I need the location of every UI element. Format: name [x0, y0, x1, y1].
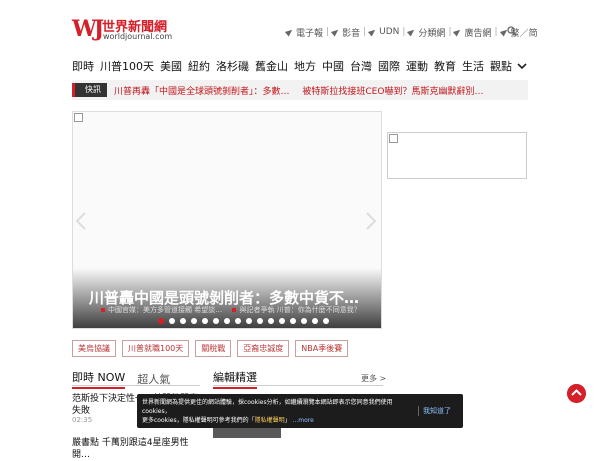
chevron-down-icon[interactable] [516, 60, 528, 72]
tag-item[interactable]: NBA季後賽 [295, 340, 349, 357]
news-list-item[interactable]: 嚴書點 千萬別跟這4星座男性開… [72, 437, 204, 461]
breaking-item[interactable]: 被特斯拉找接班CEO嚇到？馬斯克幽默辭別… [302, 87, 483, 97]
link-epaper[interactable]: 電子報 [284, 26, 323, 39]
send-icon [284, 27, 295, 37]
tag-item[interactable]: 川普就職100天 [122, 340, 190, 357]
nav-item-usa[interactable]: 美國 [160, 58, 182, 74]
chevron-right-icon[interactable] [364, 211, 378, 231]
nav-item-trump100[interactable]: 川普100天 [100, 58, 154, 74]
link-udn[interactable]: UDN [368, 27, 399, 37]
cookie-message: 世界新聞網為提供更佳的網站體驗，採cookies分析，如繼續瀏覽本網站即表示您同… [142, 399, 393, 424]
link-ads[interactable]: 廣告網 [453, 26, 492, 39]
news-time: 02:35 [72, 416, 93, 424]
send-icon [453, 27, 463, 37]
hero-sub-link[interactable]: 與記者爭執 川普：你為什麼不同意我？ [232, 306, 361, 314]
lang-simplified[interactable]: 简 [529, 26, 538, 39]
broken-image-icon [389, 134, 398, 143]
divider [213, 385, 383, 386]
main-nav: 即時 川普100天 美國 紐約 洛杉磯 舊金山 地方 中國 台灣 國際 運動 教… [72, 58, 518, 74]
slider-dot[interactable] [169, 318, 175, 324]
hero-sub-links: 中國官媒：美方多管道接觸 希望談… 與記者爭執 川普：你為什麼不同意我？ [101, 305, 369, 315]
nav-item-opinion[interactable]: 觀點 [490, 58, 512, 74]
more-link[interactable]: 更多 > [361, 373, 386, 384]
slider-dot[interactable] [180, 318, 186, 324]
back-to-top-icon[interactable] [567, 384, 586, 403]
chevron-left-icon[interactable] [74, 211, 88, 231]
nav-item-sanfrancisco[interactable]: 舊金山 [255, 58, 288, 74]
breaking-badge: 快訊 [72, 83, 107, 97]
nav-item-sports[interactable]: 運動 [406, 58, 428, 74]
link-classifieds[interactable]: 分類網 [407, 26, 445, 39]
top-links: 電子報 | 影音 | UDN | 分類網 | 廣告網 | 繁／简 [284, 25, 538, 39]
nav-item-instant[interactable]: 即時 [72, 58, 94, 74]
breaking-item[interactable]: 川普再轟「中國是全球頭號剝削者」：多數… [114, 87, 290, 97]
nav-item-education[interactable]: 教育 [434, 58, 456, 74]
slider-dot[interactable] [246, 318, 252, 324]
nav-item-local[interactable]: 地方 [294, 58, 316, 74]
nav-item-china[interactable]: 中國 [322, 58, 344, 74]
cookie-banner: 世界新聞網為提供更佳的網站體驗，採cookies分析，如繼續瀏覽本網站即表示您同… [137, 394, 463, 428]
slider-dot[interactable] [290, 318, 296, 324]
logo-domain: worldjournal.com [103, 32, 173, 41]
link-video[interactable]: 影音 [330, 26, 360, 39]
slider-dot[interactable] [224, 318, 230, 324]
nav-item-newyork[interactable]: 紐約 [188, 58, 210, 74]
divider [72, 385, 200, 386]
editor-picks-title: 編輯精選 [213, 369, 257, 389]
slider-dot[interactable] [301, 318, 307, 324]
breaking-news-bar: 快訊 川普再轟「中國是全球頭號剝削者」：多數… 被特斯拉找接班CEO嚇到？馬斯克… [72, 80, 528, 100]
nav-item-losangeles[interactable]: 洛杉磯 [216, 58, 249, 74]
slider-dot[interactable] [279, 318, 285, 324]
site-logo[interactable]: WJ 世界新聞網 worldjournal.com [72, 14, 173, 42]
nav-item-international[interactable]: 國際 [378, 58, 400, 74]
tab-latest-now[interactable]: 即時 NOW [72, 369, 126, 389]
broken-image-icon [74, 113, 83, 122]
slider-dot[interactable] [158, 318, 164, 324]
cookie-accept-button[interactable]: 我知道了 [418, 406, 451, 416]
tab-popular[interactable]: 超人氣 [137, 371, 170, 389]
hero-sub-link[interactable]: 中國官媒：美方多管道接觸 希望談… [101, 306, 222, 314]
send-icon [407, 27, 417, 37]
slider-dot[interactable] [257, 318, 263, 324]
slider-dot[interactable] [213, 318, 219, 324]
slider-dot[interactable] [235, 318, 241, 324]
slider-dot[interactable] [268, 318, 274, 324]
ad-banner[interactable] [387, 132, 527, 179]
slider-dot[interactable] [191, 318, 197, 324]
logo-mark: WJ [72, 16, 104, 42]
latest-tabs: 即時 NOW 超人氣 [72, 369, 170, 389]
slider-dot[interactable] [202, 318, 208, 324]
privacy-policy-link[interactable]: 隱私權聲明 [255, 417, 285, 424]
send-icon [330, 27, 341, 37]
slider-dot[interactable] [323, 318, 329, 324]
search-icon[interactable] [507, 26, 517, 36]
hero-slider[interactable]: 川普轟中國是頭號剝削者：多數中貨不… 中國官媒：美方多管道接觸 希望談… 與記者… [72, 111, 382, 329]
tag-item[interactable]: 美烏協議 [72, 340, 116, 357]
topic-tags: 美烏協議 川普就職100天 關稅戰 亞裔忠誠度 NBA季後賽 [72, 340, 354, 357]
nav-item-taiwan[interactable]: 台灣 [350, 58, 372, 74]
slider-dot[interactable] [312, 318, 318, 324]
tag-item[interactable]: 亞裔忠誠度 [237, 340, 290, 357]
slider-pagination [158, 318, 334, 324]
cookie-more-link[interactable]: ...more [293, 417, 314, 424]
breaking-items: 川普再轟「中國是全球頭號剝削者」：多數… 被特斯拉找接班CEO嚇到？馬斯克幽默辭… [114, 84, 493, 97]
send-icon [368, 27, 378, 37]
nav-item-life[interactable]: 生活 [462, 58, 484, 74]
tag-item[interactable]: 關稅戰 [195, 340, 232, 357]
